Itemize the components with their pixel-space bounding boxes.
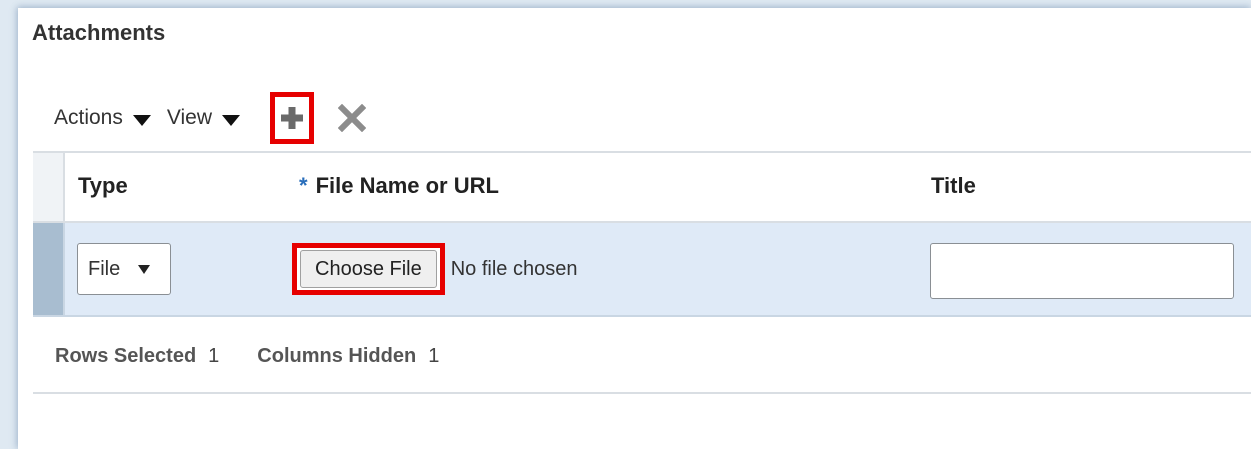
column-header-label: File Name or URL bbox=[315, 173, 499, 198]
choose-file-button[interactable]: Choose File bbox=[300, 250, 437, 288]
column-header-label: Type bbox=[78, 173, 128, 198]
table-row[interactable]: File Choose File No file chosen bbox=[33, 223, 1251, 317]
columns-hidden-label: Columns Hidden bbox=[257, 344, 417, 367]
caret-down-icon bbox=[138, 264, 151, 274]
toolbar: Actions View bbox=[54, 92, 372, 144]
caret-down-icon bbox=[222, 114, 241, 126]
columns-hidden-value: 1 bbox=[428, 344, 440, 367]
column-header-file-name[interactable]: * File Name or URL bbox=[299, 173, 499, 199]
caret-down-icon bbox=[132, 114, 151, 126]
title-input[interactable] bbox=[930, 243, 1234, 299]
view-menu[interactable]: View bbox=[166, 106, 241, 130]
add-button[interactable] bbox=[270, 92, 315, 144]
actions-menu-label: Actions bbox=[54, 106, 123, 129]
required-marker: * bbox=[299, 173, 308, 198]
delete-button[interactable] bbox=[332, 97, 372, 139]
panel-title: Attachments bbox=[32, 20, 166, 45]
attachments-table: Type * File Name or URL Title File Choose… bbox=[33, 151, 1251, 317]
view-menu-label: View bbox=[166, 106, 213, 129]
rows-selected-label: Rows Selected bbox=[55, 344, 197, 367]
file-status-text: No file chosen bbox=[450, 257, 578, 280]
file-input: Choose File No file chosen bbox=[292, 241, 577, 297]
table-header-row: Type * File Name or URL Title bbox=[33, 151, 1251, 223]
column-header-title[interactable]: Title bbox=[931, 173, 976, 199]
type-select-value: File bbox=[88, 257, 121, 280]
x-icon bbox=[338, 104, 367, 132]
column-header-type[interactable]: Type bbox=[78, 173, 128, 199]
plus-icon bbox=[281, 107, 304, 129]
row-selection-indicator[interactable] bbox=[33, 223, 65, 315]
column-header-label: Title bbox=[931, 173, 976, 198]
attachments-panel: Attachments Actions View Type * File Nam… bbox=[18, 8, 1251, 449]
rows-selected-value: 1 bbox=[208, 344, 220, 367]
row-header-spacer bbox=[33, 153, 65, 221]
table-status-bar: Rows Selected 1 Columns Hidden 1 bbox=[33, 320, 1251, 394]
choose-file-highlight: Choose File bbox=[292, 243, 445, 295]
actions-menu[interactable]: Actions bbox=[54, 106, 151, 130]
type-select[interactable]: File bbox=[77, 243, 171, 295]
rows-selected-status: Rows Selected 1 bbox=[55, 345, 219, 368]
columns-hidden-status[interactable]: Columns Hidden 1 bbox=[257, 345, 439, 368]
